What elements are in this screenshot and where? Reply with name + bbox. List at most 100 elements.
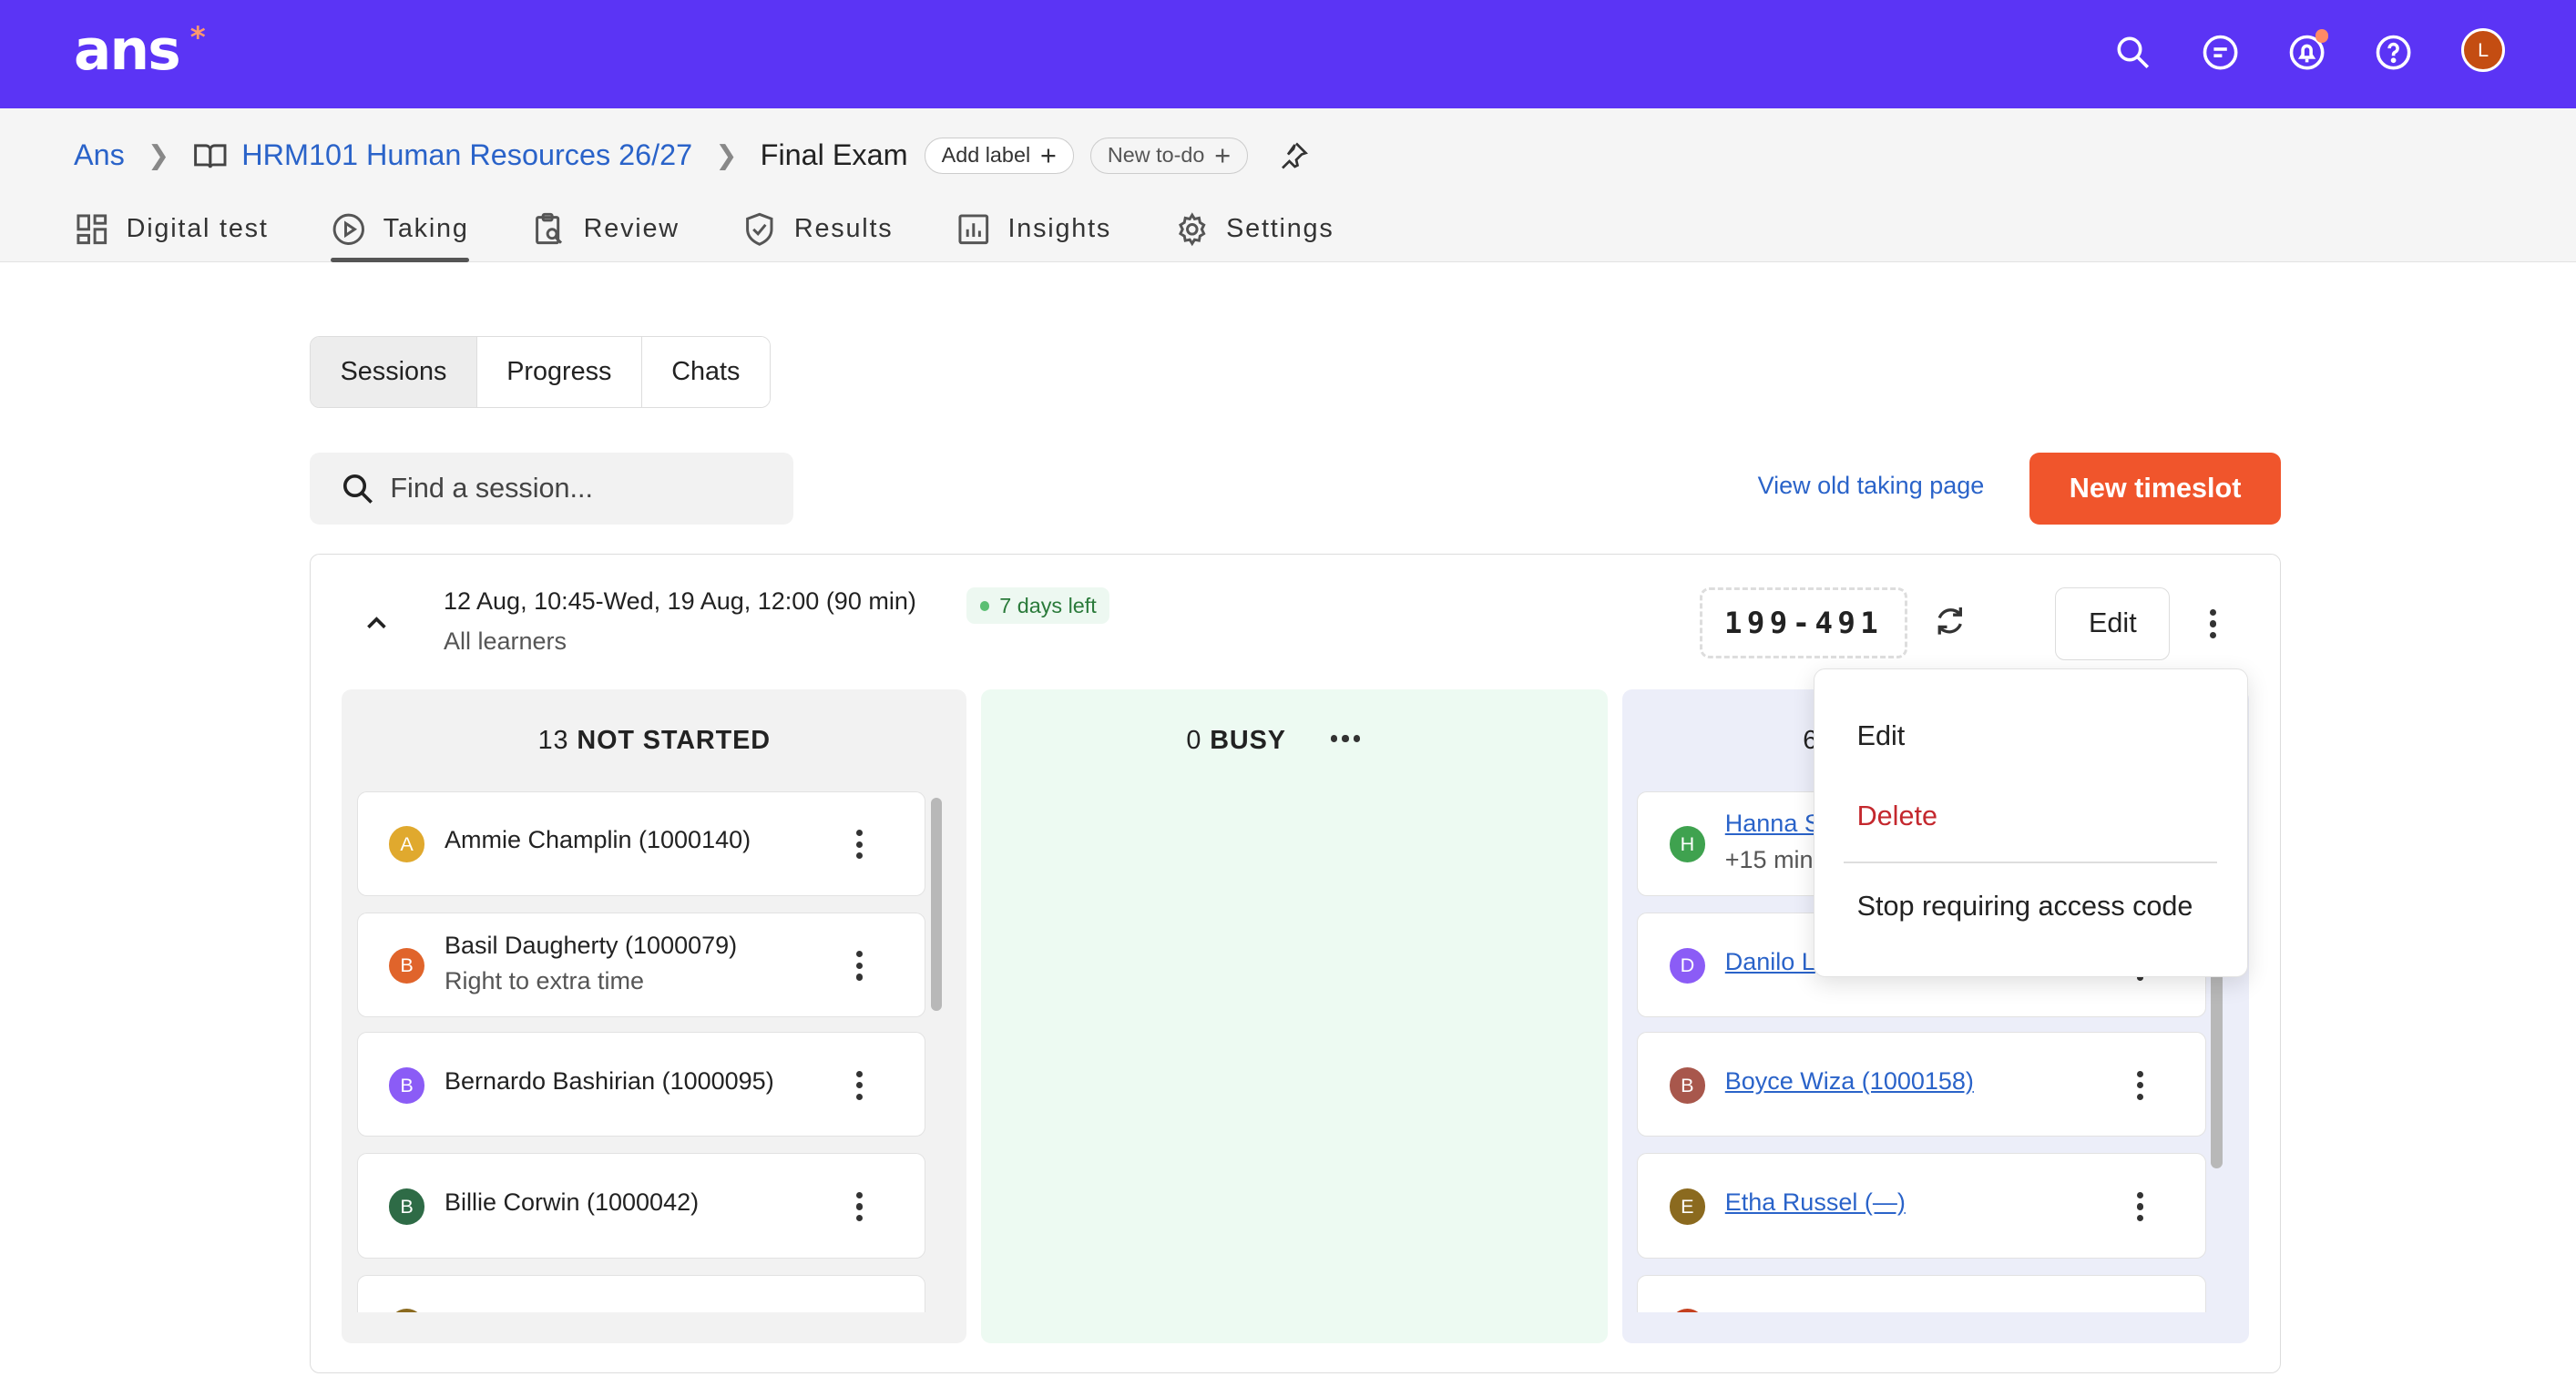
clipboard-search-icon	[536, 213, 563, 245]
subtab-sessions[interactable]: Sessions	[311, 337, 477, 408]
breadcrumb-course[interactable]: HRM101 Human Resources 26/27	[241, 138, 692, 172]
more-options-icon[interactable]	[2133, 1066, 2146, 1105]
column-not-started: 13 NOT STARTED A Ammie Champlin (1000140…	[342, 688, 967, 1344]
avatar	[388, 1308, 425, 1312]
tab-label: Taking	[383, 214, 469, 244]
logo-star-icon: *	[189, 19, 206, 55]
more-options-icon[interactable]	[2133, 1187, 2146, 1226]
menu-item-delete[interactable]: Delete	[1857, 800, 1937, 832]
column-title: 0 BUSY	[1186, 726, 1608, 756]
list-item[interactable]	[1637, 1274, 2206, 1312]
status-badge: 7 days left	[966, 587, 1110, 624]
tab-label: Insights	[1007, 214, 1112, 244]
breadcrumb-root[interactable]: Ans	[74, 138, 125, 172]
timeslot-options-menu: Edit Delete Stop requiring access code	[1813, 668, 2248, 977]
scrollbar-thumb[interactable]	[2211, 971, 2223, 1168]
menu-item-stop-access-code[interactable]: Stop requiring access code	[1857, 891, 2193, 923]
app-logo[interactable]: ans	[74, 18, 181, 83]
user-avatar[interactable]: L	[2460, 27, 2506, 73]
add-label-text: Add label	[941, 143, 1031, 168]
tab-taking[interactable]: Taking	[331, 200, 470, 262]
menu-divider	[1844, 861, 2218, 863]
tab-label: Results	[793, 214, 894, 244]
tab-label: Settings	[1226, 214, 1334, 244]
tab-review[interactable]: Review	[531, 200, 680, 260]
avatar: B	[388, 1188, 425, 1225]
new-todo-button[interactable]: New to-do +	[1089, 138, 1249, 174]
book-icon	[194, 144, 227, 168]
avatar: B	[388, 947, 425, 984]
learner-link[interactable]: Hanna S	[1725, 810, 1821, 838]
menu-item-edit[interactable]: Edit	[1857, 720, 1906, 752]
avatar: B	[1669, 1066, 1706, 1104]
more-options-icon[interactable]	[853, 946, 865, 985]
help-icon[interactable]	[2371, 29, 2417, 75]
list-item[interactable]: A Ammie Champlin (1000140)	[356, 790, 926, 896]
learner-list[interactable]: A Ammie Champlin (1000140) B Basil Daugh…	[356, 790, 926, 1312]
tab-insights[interactable]: Insights	[956, 200, 1111, 260]
more-options-icon[interactable]	[853, 1066, 865, 1105]
avatar: H	[1669, 826, 1706, 862]
dashboard-icon	[77, 214, 107, 245]
top-bar: ans * L	[0, 0, 2576, 108]
tab-results[interactable]: Results	[741, 200, 893, 260]
column-title: 13 NOT STARTED	[342, 726, 966, 756]
view-old-taking-page-link[interactable]: View old taking page	[1758, 472, 1985, 500]
avatar: E	[1669, 1188, 1706, 1225]
tab-label: Review	[583, 214, 680, 244]
more-options-icon[interactable]	[853, 825, 865, 864]
avatar: D	[1669, 947, 1706, 984]
search-icon[interactable]	[2111, 29, 2156, 75]
more-options-icon[interactable]	[1330, 735, 1361, 742]
search-input[interactable]	[390, 472, 768, 505]
chevron-right-icon: ❯	[147, 141, 170, 171]
page-header: Ans ❯ HRM101 Human Resources 26/27 ❯ Fin…	[0, 107, 2576, 262]
tab-digital-test[interactable]: Digital test	[74, 200, 269, 260]
learner-link[interactable]: Danilo L	[1725, 948, 1815, 976]
bar-chart-icon	[958, 214, 989, 245]
list-item[interactable]: B Boyce Wiza (1000158)	[1637, 1032, 2206, 1137]
learner-note: +15 min	[1724, 845, 1814, 873]
refresh-icon[interactable]	[1932, 603, 1968, 639]
chat-icon[interactable]	[2197, 29, 2243, 75]
list-item[interactable]: B Billie Corwin (1000042)	[356, 1153, 926, 1259]
list-item[interactable]: E Etha Russel (—)	[1637, 1153, 2206, 1259]
more-options-icon[interactable]	[853, 1187, 865, 1226]
column-label: NOT STARTED	[577, 725, 771, 755]
subtab-chats[interactable]: Chats	[641, 337, 770, 408]
avatar	[1669, 1308, 1706, 1312]
timeslot-audience: All learners	[443, 627, 567, 655]
plus-icon: +	[1214, 139, 1232, 171]
breadcrumb: Ans ❯ HRM101 Human Resources 26/27 ❯ Fin…	[74, 135, 1310, 178]
scrollbar[interactable]	[927, 791, 944, 1312]
pin-icon[interactable]	[1277, 139, 1310, 172]
tab-label: Digital test	[126, 214, 269, 244]
search-icon	[342, 474, 373, 504]
subtab-progress[interactable]: Progress	[476, 337, 642, 408]
list-item[interactable]	[356, 1274, 926, 1312]
list-item[interactable]: B Basil Daugherty (1000079) Right to ext…	[356, 912, 926, 1017]
list-item[interactable]: B Bernardo Bashirian (1000095)	[356, 1032, 926, 1137]
column-label: BUSY	[1210, 725, 1286, 755]
access-code: 199-491	[1699, 587, 1908, 658]
new-timeslot-button[interactable]: New timeslot	[2029, 452, 2281, 525]
learner-name: Bernardo Bashirian (1000095)	[444, 1066, 774, 1095]
more-options-icon[interactable]	[2196, 604, 2229, 643]
column-busy: 0 BUSY	[981, 688, 1608, 1344]
learner-note: Right to extra time	[444, 967, 645, 995]
play-circle-icon	[332, 213, 364, 246]
tab-settings[interactable]: Settings	[1174, 200, 1334, 260]
learner-link[interactable]: Boyce Wiza (1000158)	[1725, 1067, 1974, 1096]
chevron-up-icon[interactable]	[363, 609, 390, 636]
learner-name: Basil Daugherty (1000079)	[444, 931, 738, 959]
scrollbar-thumb[interactable]	[930, 797, 943, 1011]
notifications-icon[interactable]	[2284, 29, 2329, 75]
learner-name: Billie Corwin (1000042)	[444, 1188, 700, 1217]
add-label-button[interactable]: Add label +	[924, 138, 1074, 174]
edit-timeslot-button[interactable]: Edit	[2055, 587, 2171, 660]
new-todo-text: New to-do	[1107, 143, 1205, 168]
learner-link[interactable]: Etha Russel (—)	[1725, 1188, 1906, 1217]
view-switcher: Sessions Progress Chats	[310, 336, 771, 409]
learner-name: Ammie Champlin (1000140)	[444, 826, 751, 854]
page-title: Final Exam	[760, 138, 908, 172]
